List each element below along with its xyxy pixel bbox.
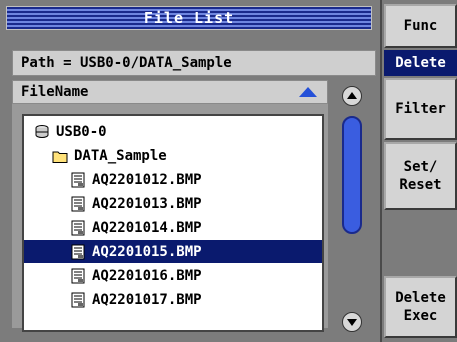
tree-row-label: AQ2201013.BMP — [92, 195, 202, 212]
func-label: Func — [403, 18, 438, 34]
func-button[interactable]: Func — [384, 4, 457, 48]
tree-row[interactable]: DATA_Sample — [24, 144, 167, 167]
tree-row-label: DATA_Sample — [74, 147, 167, 164]
scroll-up-button[interactable] — [342, 86, 362, 106]
file-list-panel: File List Path = USB0-0/DATA_Sample File… — [0, 0, 380, 342]
scrollbar-thumb[interactable] — [342, 116, 362, 234]
tree-row-label: AQ2201012.BMP — [92, 171, 202, 188]
file-icon — [70, 220, 86, 236]
filter-label: Filter — [395, 101, 446, 117]
sort-ascending-icon[interactable] — [299, 87, 317, 97]
tree-row[interactable]: AQ2201013.BMP — [24, 192, 202, 215]
softkey-panel: Func Delete Filter Set/ Reset Delete Exe… — [380, 0, 457, 342]
title-bar: File List — [6, 6, 372, 30]
tree-row-label: AQ2201014.BMP — [92, 219, 202, 236]
file-tree: USB0-0 DATA_Sample AQ2201012.BMP AQ2201013.… — [22, 114, 324, 332]
tree-row-label: AQ2201017.BMP — [92, 291, 202, 308]
folder-icon — [52, 148, 68, 164]
scroll-down-button[interactable] — [342, 312, 362, 332]
drive-icon — [34, 124, 50, 140]
file-icon — [70, 268, 86, 284]
file-icon — [70, 196, 86, 212]
file-list-frame: USB0-0 DATA_Sample AQ2201012.BMP AQ2201013.… — [12, 104, 328, 332]
file-icon — [70, 292, 86, 308]
tree-row[interactable]: USB0-0 — [24, 120, 107, 143]
tree-row[interactable]: AQ2201017.BMP — [24, 288, 202, 311]
file-icon — [70, 172, 86, 188]
set-reset-label-1: Set/ — [403, 159, 438, 175]
delete-exec-label-1: Delete — [395, 290, 446, 306]
delete-exec-label-2: Exec — [403, 308, 438, 324]
window-title: File List — [143, 9, 235, 27]
delete-exec-button[interactable]: Delete Exec — [384, 276, 457, 338]
tree-row[interactable]: AQ2201014.BMP — [24, 216, 202, 239]
column-header[interactable]: FileName — [12, 80, 328, 104]
column-header-label: FileName — [21, 84, 89, 100]
filter-button[interactable]: Filter — [384, 78, 457, 140]
file-icon — [70, 244, 86, 260]
tree-row-label: AQ2201016.BMP — [92, 267, 202, 284]
path-display: Path = USB0-0/DATA_Sample — [12, 50, 376, 76]
set-reset-button[interactable]: Set/ Reset — [384, 142, 457, 210]
tree-row-label: AQ2201015.BMP — [92, 243, 202, 260]
scrollbar[interactable] — [332, 86, 372, 334]
tree-row-label: USB0-0 — [56, 123, 107, 140]
tree-row[interactable]: AQ2201012.BMP — [24, 168, 202, 191]
delete-tab[interactable]: Delete — [384, 50, 457, 76]
tree-row[interactable]: AQ2201016.BMP — [24, 264, 202, 287]
set-reset-label-2: Reset — [399, 177, 442, 193]
empty-softkey — [384, 212, 457, 274]
selected-file-row[interactable]: AQ2201015.BMP — [24, 240, 322, 263]
